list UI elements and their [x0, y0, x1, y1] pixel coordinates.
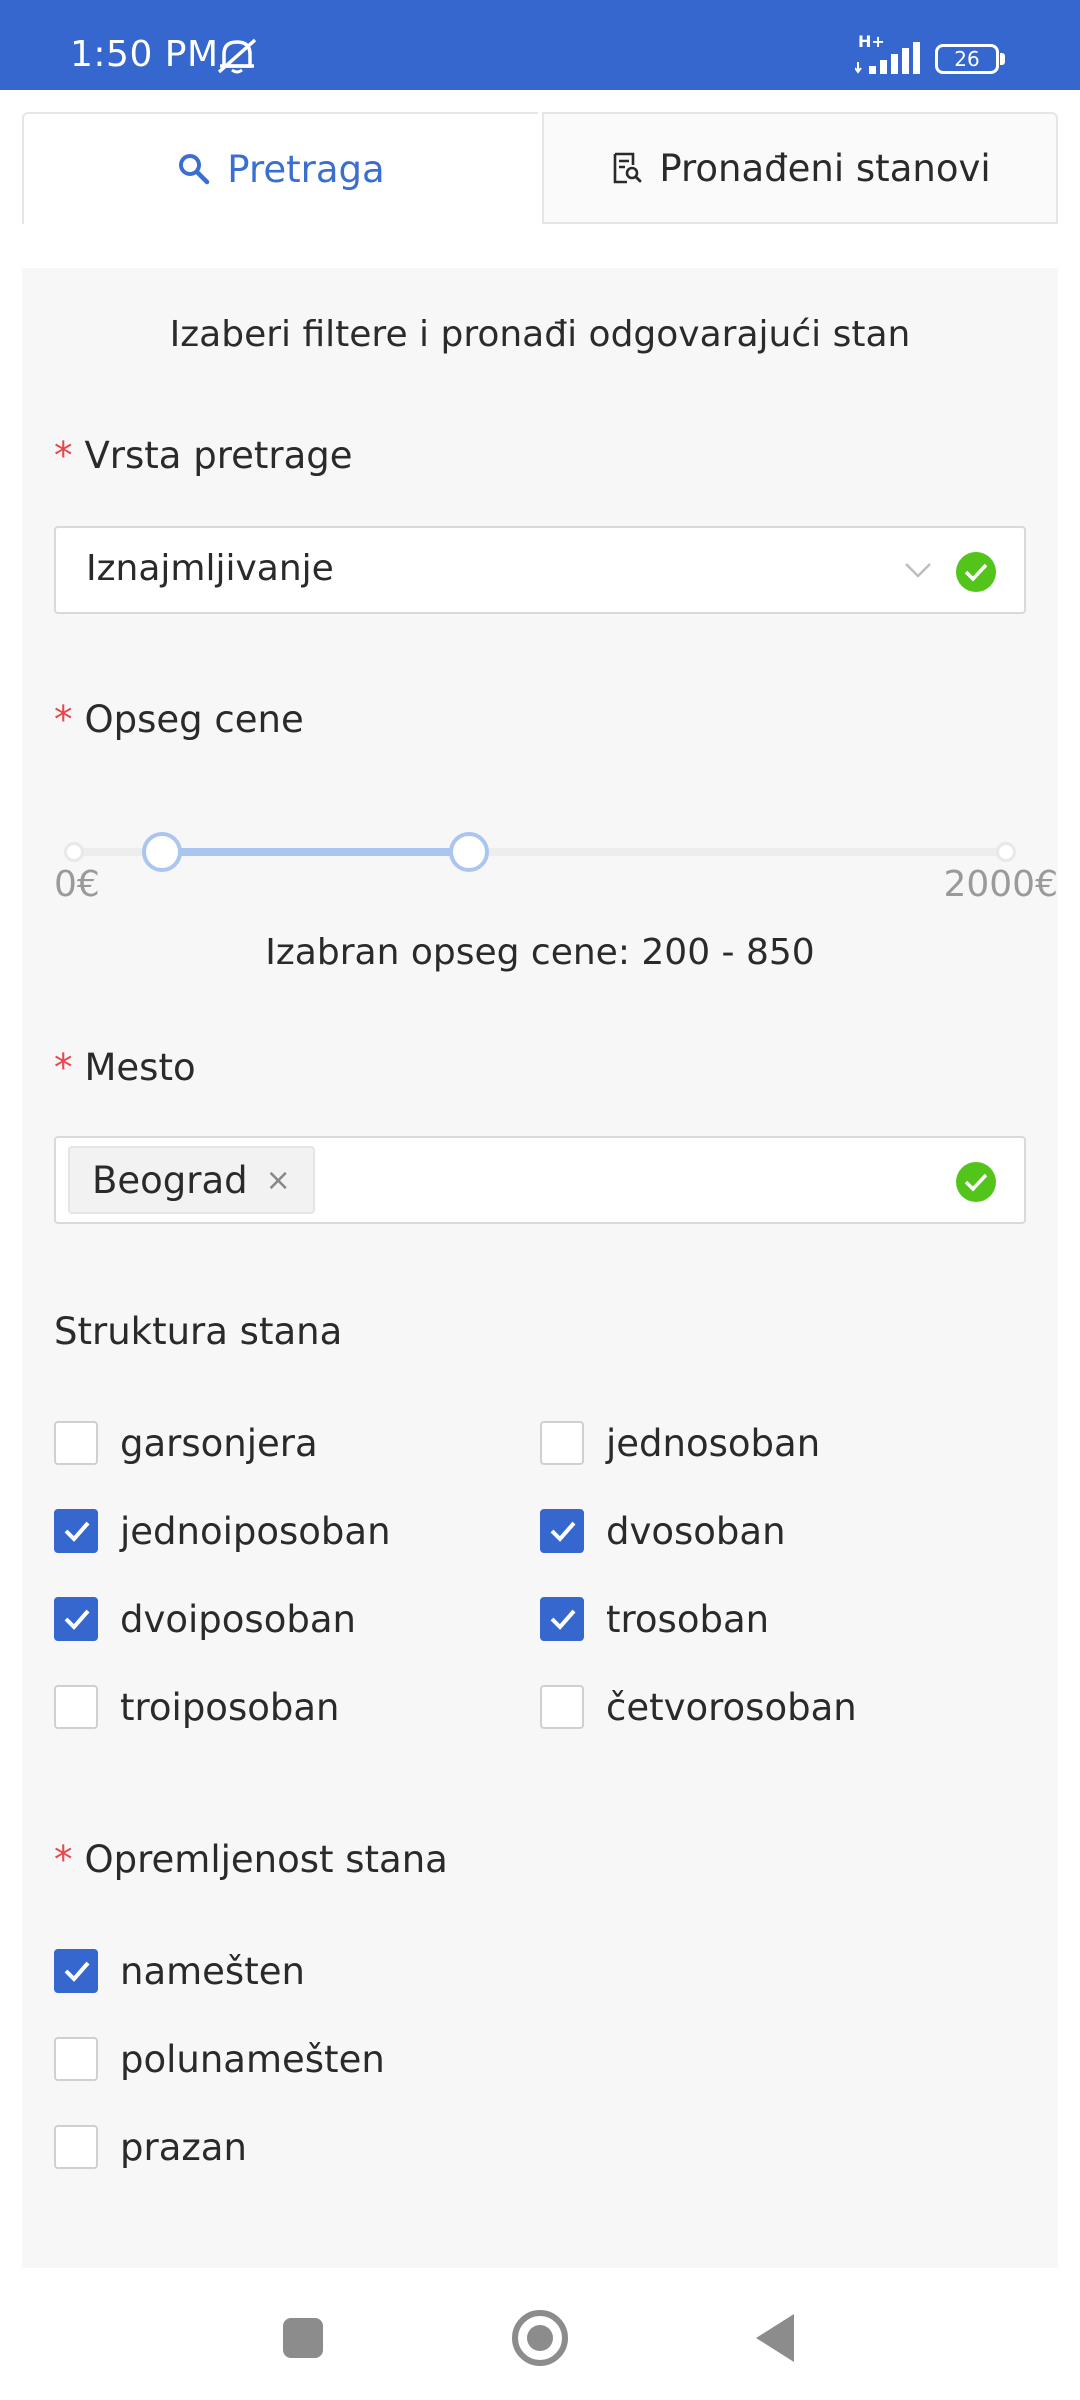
checkbox-unchecked[interactable]: [540, 1421, 584, 1465]
place-multiselect[interactable]: Beograd ×: [54, 1136, 1026, 1224]
checkbox-label: garsonjera: [120, 1421, 318, 1465]
structure-option[interactable]: garsonjera: [54, 1420, 318, 1466]
slider-max-label: 2000€: [943, 864, 1058, 905]
slider-min-label: 0€: [54, 864, 100, 905]
system-nav-bar: [0, 2270, 1080, 2400]
checkbox-label: četvorosoban: [606, 1685, 857, 1729]
document-search-icon: [614, 152, 642, 184]
furnishing-option[interactable]: namešten: [54, 1948, 305, 1994]
status-bar: 1:50 PM H+ 26: [0, 0, 1080, 90]
furnishing-option[interactable]: polunamešten: [54, 2036, 385, 2082]
valid-check-icon: [956, 552, 996, 592]
place-label-text: Mesto: [84, 1046, 196, 1089]
checkbox-label: dvoiposoban: [120, 1597, 356, 1641]
required-marker: *: [54, 1046, 73, 1089]
furnishing-option[interactable]: prazan: [54, 2124, 247, 2170]
structure-option[interactable]: dvosoban: [540, 1508, 786, 1554]
price-range-label: * Opseg cene: [54, 698, 304, 741]
home-icon: [527, 2325, 553, 2351]
close-icon[interactable]: ×: [266, 1163, 291, 1198]
tab-found-apartments[interactable]: Pronađeni stanovi: [542, 112, 1058, 224]
structure-label: Struktura stana: [54, 1310, 342, 1353]
selected-range-text: Izabran opseg cene: 200 - 850: [265, 932, 815, 973]
home-button[interactable]: [512, 2310, 568, 2366]
status-time: 1:50 PM: [70, 34, 219, 75]
furnishing-label: * Opremljenost stana: [54, 1838, 448, 1881]
slider-selected-track: [162, 848, 470, 856]
recents-button[interactable]: [283, 2318, 323, 2358]
furnishing-label-text: Opremljenost stana: [84, 1838, 448, 1881]
checkbox-unchecked[interactable]: [540, 1685, 584, 1729]
search-type-select[interactable]: Iznajmljivanje: [54, 526, 1026, 614]
place-tag: Beograd ×: [68, 1146, 315, 1214]
checkbox-checked[interactable]: [540, 1509, 584, 1553]
checkbox-label: dvosoban: [606, 1509, 786, 1553]
checkbox-checked[interactable]: [54, 1509, 98, 1553]
checkbox-unchecked[interactable]: [54, 2037, 98, 2081]
structure-option[interactable]: jednoiposoban: [54, 1508, 391, 1554]
structure-option[interactable]: četvorosoban: [540, 1684, 857, 1730]
search-type-value: Iznajmljivanje: [86, 548, 334, 589]
structure-option[interactable]: jednosoban: [540, 1420, 820, 1466]
search-type-label-text: Vrsta pretrage: [84, 434, 353, 477]
chevron-down-icon: [905, 563, 931, 578]
tab-bar: Pretraga Pronađeni stanovi: [22, 112, 1058, 224]
slider-max-dot: [996, 842, 1016, 862]
signal-icon: [855, 42, 920, 74]
checkbox-label: prazan: [120, 2125, 247, 2169]
checkbox-unchecked[interactable]: [54, 1685, 98, 1729]
price-range-label-text: Opseg cene: [84, 698, 304, 741]
place-label: * Mesto: [54, 1046, 196, 1089]
slider-handle-high[interactable]: [449, 832, 490, 872]
checkbox-label: namešten: [120, 1949, 305, 1993]
place-tag-label: Beograd: [92, 1158, 248, 1202]
structure-option[interactable]: dvoiposoban: [54, 1596, 356, 1642]
checkbox-checked[interactable]: [54, 1597, 98, 1641]
checkbox-unchecked[interactable]: [54, 2125, 98, 2169]
valid-check-icon: [956, 1162, 996, 1202]
required-marker: *: [54, 434, 73, 477]
required-marker: *: [54, 698, 73, 741]
tab-search-label: Pretraga: [227, 147, 385, 191]
search-type-label: * Vrsta pretrage: [54, 434, 353, 477]
structure-option[interactable]: trosoban: [540, 1596, 769, 1642]
checkbox-label: polunamešten: [120, 2037, 385, 2081]
tab-found-label: Pronađeni stanovi: [659, 146, 991, 190]
battery-level: 26: [954, 47, 980, 71]
checkbox-unchecked[interactable]: [54, 1421, 98, 1465]
checkbox-label: troiposoban: [120, 1685, 340, 1729]
checkbox-checked[interactable]: [540, 1597, 584, 1641]
checkbox-label: jednosoban: [606, 1421, 821, 1465]
checkbox-label: jednoiposoban: [120, 1509, 391, 1553]
tab-search[interactable]: Pretraga: [22, 112, 538, 224]
required-marker: *: [54, 1838, 73, 1881]
intro-text: Izaberi filtere i pronađi odgovarajući s…: [169, 314, 911, 355]
structure-option[interactable]: troiposoban: [54, 1684, 339, 1730]
search-filters-panel: Izaberi filtere i pronađi odgovarajući s…: [22, 268, 1058, 2268]
battery-tip: [1000, 53, 1005, 65]
structure-label-text: Struktura stana: [54, 1310, 343, 1353]
checkbox-checked[interactable]: [54, 1949, 98, 1993]
slider-min-dot: [64, 842, 84, 862]
bell-off-icon: [217, 38, 257, 74]
search-icon: [179, 154, 210, 185]
back-button[interactable]: [756, 2314, 794, 2362]
slider-handle-low[interactable]: [142, 832, 183, 872]
checkbox-label: trosoban: [606, 1597, 770, 1641]
